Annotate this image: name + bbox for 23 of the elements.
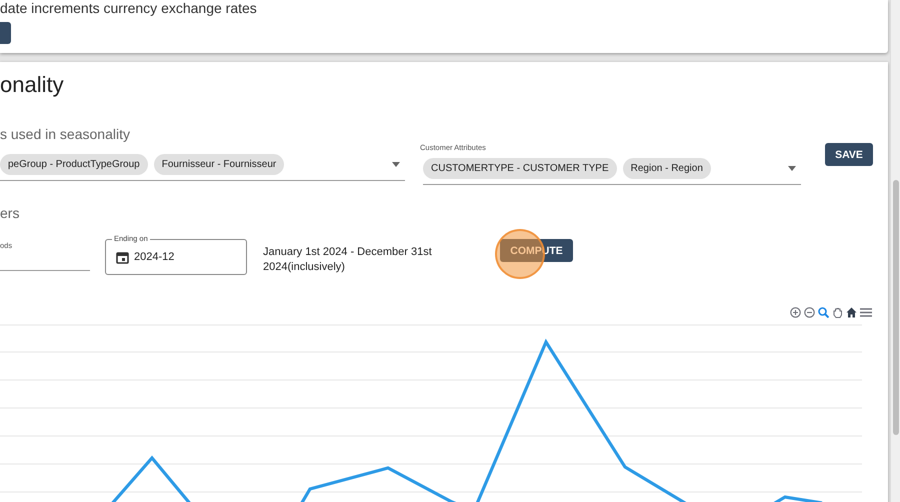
parameters-heading: ers — [0, 205, 20, 221]
hand-icon[interactable] — [832, 307, 843, 318]
attribute-chip[interactable]: Fournisseur - Fournisseur — [154, 154, 284, 174]
scrollbar-thumb[interactable] — [893, 180, 899, 435]
scrollbar[interactable] — [890, 0, 900, 502]
description-text: date increments currency exchange rates — [0, 0, 258, 16]
attribute-chip[interactable]: peGroup - ProductTypeGroup — [0, 154, 148, 174]
save-button[interactable]: SAVE — [825, 143, 873, 166]
attribute-chip[interactable]: CUSTOMERTYPE - CUSTOMER TYPE — [423, 158, 617, 178]
calendar-icon — [116, 250, 129, 264]
search-icon[interactable] — [818, 307, 829, 318]
home-icon[interactable] — [846, 307, 857, 318]
section-subtitle: s used in seasonality — [0, 126, 131, 142]
date-range-text: January 1st 2024 - December 31st 2024(inclusively) — [263, 245, 433, 275]
zoom-in-icon[interactable] — [790, 307, 801, 318]
section-title: onality — [0, 71, 65, 98]
product-attributes-select[interactable]: peGroup - ProductTypeGroup Fournisseur - Fournisseur — [0, 150, 405, 181]
zoom-out-icon[interactable] — [804, 307, 815, 318]
caret-icon — [392, 162, 400, 167]
customer-attributes-select[interactable]: CUSTOMERTYPE - CUSTOMER TYPE Region - Region — [423, 154, 801, 185]
caret-icon — [788, 166, 796, 171]
menu-icon[interactable] — [860, 307, 872, 318]
attribute-chip[interactable]: Region - Region — [622, 158, 711, 178]
